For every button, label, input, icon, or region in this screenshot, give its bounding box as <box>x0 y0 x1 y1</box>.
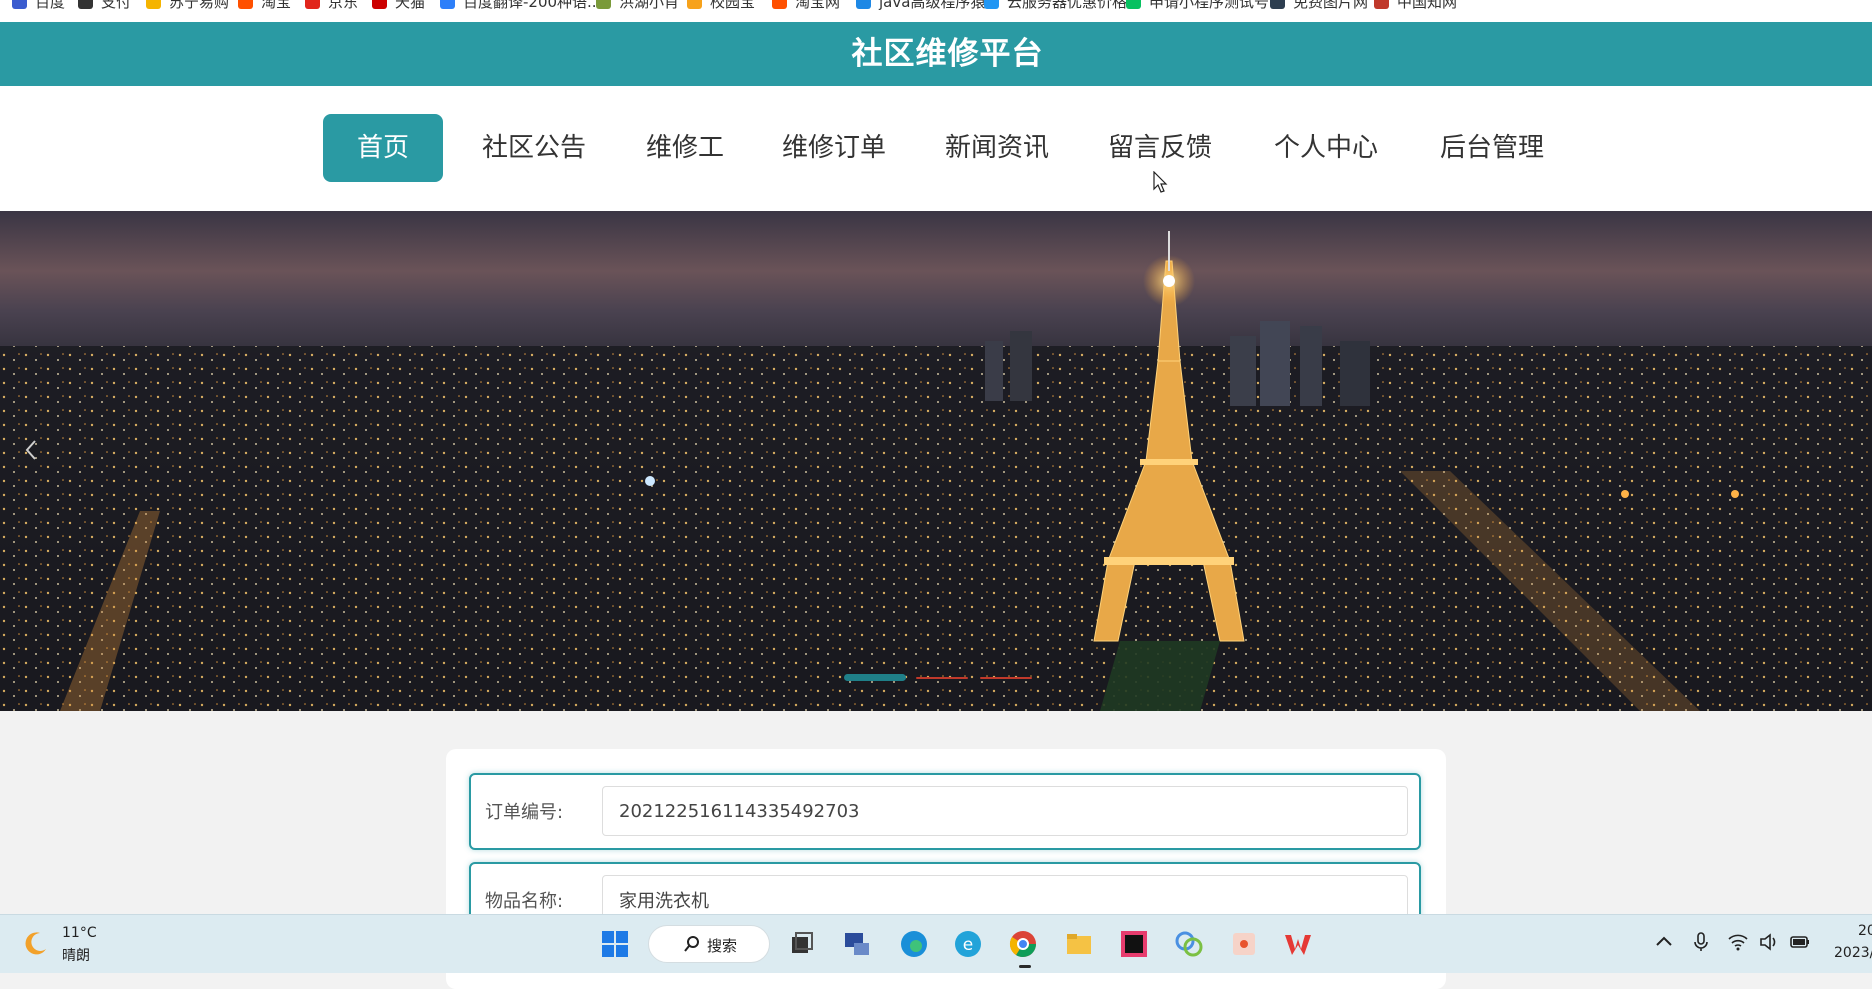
intellij-icon[interactable] <box>1119 929 1149 959</box>
bookmark-favicon-icon <box>1270 0 1285 9</box>
bookmark-item[interactable]: 洪湖小肖 <box>596 0 680 11</box>
network-app-icon[interactable] <box>842 929 872 959</box>
bookmark-label: 百度翻译-200种语... <box>463 0 602 11</box>
windows-start-icon[interactable] <box>600 929 630 959</box>
bookmark-item[interactable]: 支付 <box>78 0 132 11</box>
bookmark-item[interactable]: 中国知网 <box>1374 0 1458 11</box>
order-no-field[interactable] <box>602 786 1408 836</box>
bookmark-label: 免费图片网 <box>1293 0 1369 11</box>
bookmark-item[interactable]: 淘宝网 <box>772 0 841 11</box>
bookmark-favicon-icon <box>238 0 253 9</box>
bookmark-favicon-icon <box>440 0 455 9</box>
nav-admin[interactable]: 后台管理 <box>1432 114 1552 182</box>
battery-icon[interactable] <box>1789 931 1811 953</box>
wps-office-icon[interactable] <box>1283 929 1313 959</box>
search-icon <box>684 936 699 952</box>
main-nav: 首页 社区公告 维修工 维修订单 新闻资讯 留言反馈 个人中心 后台管理 <box>0 86 1872 211</box>
bookmarks-bar: 百度 支付 苏宁易购 淘宝 京东 天猫 百度翻译-200种语... 洪湖小肖 校… <box>0 0 1872 22</box>
bookmark-label: 淘宝 <box>261 0 292 11</box>
bookmark-label: 洪湖小肖 <box>619 0 680 11</box>
bookmark-label: 中国知网 <box>1397 0 1458 11</box>
bookmark-label: 申请小程序测试号 <box>1149 0 1270 11</box>
moon-icon <box>25 932 46 955</box>
bookmark-favicon-icon <box>1126 0 1141 9</box>
mouse-cursor-icon <box>1153 171 1168 193</box>
bookmark-label: 百度 <box>35 0 66 11</box>
banner-carousel[interactable] <box>0 211 1872 711</box>
chevron-up-icon[interactable] <box>1653 931 1675 953</box>
bookmark-item[interactable]: 免费图片网 <box>1270 0 1369 11</box>
bookmark-label: 淘宝网 <box>795 0 841 11</box>
site-title: 社区维修平台 <box>851 36 1044 72</box>
active-app-indicator <box>1019 965 1031 968</box>
bookmark-label: java高级程序猿 <box>879 0 986 11</box>
bookmark-label: 苏宁易购 <box>169 0 230 11</box>
carousel-dot[interactable] <box>980 677 1032 679</box>
bookmark-item[interactable]: 申请小程序测试号 <box>1126 0 1270 11</box>
bookmark-item[interactable]: java高级程序猿 <box>856 0 986 11</box>
bookmark-favicon-icon <box>12 0 27 9</box>
bookmark-item[interactable]: 京东 <box>305 0 359 11</box>
volume-icon[interactable] <box>1758 931 1780 953</box>
bookmark-item[interactable]: 天猫 <box>372 0 426 11</box>
bookmark-label: 天猫 <box>395 0 426 11</box>
bookmark-item[interactable]: 淘宝 <box>238 0 292 11</box>
chevron-left-icon[interactable] <box>24 439 46 461</box>
nav-personal-center[interactable]: 个人中心 <box>1266 114 1386 182</box>
carousel-dot-active[interactable] <box>844 674 906 681</box>
bookmark-label: 云服务器优惠价格 <box>1007 0 1128 11</box>
bookmark-favicon-icon <box>984 0 999 9</box>
item-name-label: 物品名称: <box>485 891 564 912</box>
bookmark-favicon-icon <box>1374 0 1389 9</box>
bookmark-label: 校园宝 <box>710 0 756 11</box>
bookmark-item[interactable]: 云服务器优惠价格 <box>984 0 1128 11</box>
bookmark-favicon-icon <box>772 0 787 9</box>
edge-browser-icon[interactable] <box>899 929 929 959</box>
bookmark-favicon-icon <box>146 0 161 9</box>
site-header: 社区维修平台 <box>0 22 1872 86</box>
bookmark-item[interactable]: 校园宝 <box>687 0 756 11</box>
search-label: 搜索 <box>707 937 738 955</box>
file-explorer-icon[interactable] <box>1064 929 1094 959</box>
carousel-dot[interactable] <box>916 677 968 679</box>
weather-temp: 11°C <box>62 925 97 941</box>
app-rings-icon[interactable] <box>1174 929 1204 959</box>
bookmark-favicon-icon <box>687 0 702 9</box>
bookmark-favicon-icon <box>78 0 93 9</box>
clock-time: 20 <box>1858 923 1872 939</box>
bookmark-item[interactable]: 百度翻译-200种语... <box>440 0 602 11</box>
bookmark-favicon-icon <box>856 0 871 9</box>
bookmark-label: 支付 <box>101 0 132 11</box>
bookmark-favicon-icon <box>596 0 611 9</box>
city-night-image <box>0 211 1872 711</box>
bookmark-favicon-icon <box>372 0 387 9</box>
taskbar-search[interactable]: 搜索 <box>648 925 770 963</box>
nav-repairmen[interactable]: 维修工 <box>625 114 745 182</box>
windows-taskbar: 11°C 晴朗 搜索 e 20 2023/ <box>0 914 1872 973</box>
bookmark-favicon-icon <box>305 0 320 9</box>
bookmark-item[interactable]: 苏宁易购 <box>146 0 230 11</box>
nav-repair-orders[interactable]: 维修订单 <box>774 114 894 182</box>
bookmark-item[interactable]: 百度 <box>12 0 66 11</box>
order-no-label: 订单编号: <box>485 802 564 823</box>
microphone-icon[interactable] <box>1690 931 1712 953</box>
chrome-browser-icon[interactable] <box>1008 929 1038 959</box>
weather-desc: 晴朗 <box>62 948 90 964</box>
ie-browser-icon[interactable]: e <box>953 929 983 959</box>
wifi-icon[interactable] <box>1727 931 1749 953</box>
svg-text:e: e <box>963 935 973 955</box>
clock-date: 2023/ <box>1834 945 1872 961</box>
bookmark-label: 京东 <box>328 0 359 11</box>
nav-community-notice[interactable]: 社区公告 <box>474 114 594 182</box>
nav-home[interactable]: 首页 <box>323 114 443 182</box>
order-no-row: 订单编号: <box>469 773 1421 850</box>
task-view-icon[interactable] <box>787 929 817 959</box>
nav-news[interactable]: 新闻资讯 <box>937 114 1057 182</box>
office-app-icon[interactable] <box>1229 929 1259 959</box>
